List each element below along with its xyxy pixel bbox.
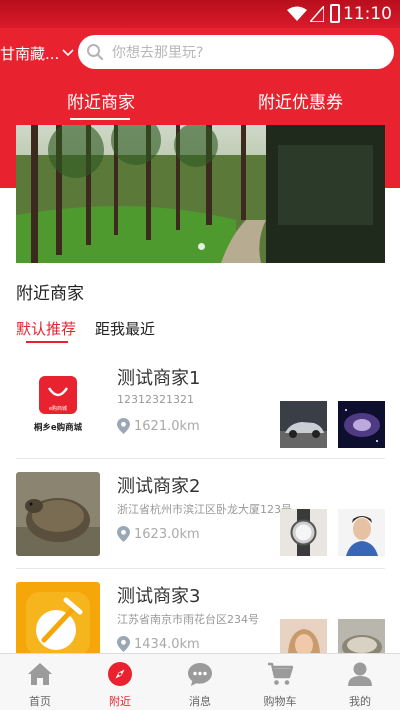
- list-divider: [16, 568, 385, 569]
- location-pin-icon: [117, 526, 130, 542]
- shop-subtitle: 12312321321: [117, 393, 194, 406]
- status-bar: 11:10: [0, 0, 400, 28]
- search-icon: [87, 44, 104, 61]
- tab-nearby-coupons[interactable]: 附近优惠券: [258, 88, 343, 113]
- shop-photo-person[interactable]: [338, 509, 385, 556]
- carousel-dot: [198, 243, 205, 250]
- location-pin-icon: [117, 418, 130, 434]
- user-icon: [348, 662, 372, 686]
- shop-photo-car[interactable]: [280, 401, 327, 448]
- signal-icon: [310, 6, 324, 22]
- message-icon: [188, 663, 212, 686]
- shop-distance-value: 1434.0km: [134, 636, 200, 652]
- shop-distance: 1434.0km: [117, 636, 200, 652]
- tabbar-cart-label: 购物车: [263, 695, 297, 708]
- tab-nearby-shops[interactable]: 附近商家: [67, 88, 135, 113]
- shop-name: 测试商家2: [117, 476, 201, 497]
- tabbar-cart[interactable]: 购物车: [240, 654, 320, 710]
- shop-name: 测试商家3: [117, 586, 201, 607]
- tabbar-messages[interactable]: 消息: [160, 654, 240, 710]
- tabbar-nearby-label: 附近: [109, 695, 131, 708]
- filter-recommended[interactable]: 默认推荐: [16, 318, 76, 339]
- tabbar-home-label: 首页: [29, 695, 51, 708]
- tabbar-profile[interactable]: 我的: [320, 654, 400, 710]
- tabbar-home[interactable]: 首页: [0, 654, 80, 710]
- shop-distance: 1621.0km: [117, 418, 200, 434]
- compass-icon: [108, 662, 132, 686]
- battery-icon: [330, 4, 340, 23]
- banner-image[interactable]: [16, 125, 385, 263]
- tab-indicator: [70, 118, 130, 120]
- shop-name: 测试商家1: [117, 368, 201, 389]
- wifi-icon: [287, 6, 307, 21]
- search-placeholder: 你想去那里玩?: [112, 45, 204, 61]
- bottom-tab-bar: 首页 附近 消息 购物车 我的: [0, 653, 400, 710]
- shop-logo: e购商城 桐乡e购商城: [16, 364, 100, 448]
- shop-subtitle: 浙江省杭州市滨江区卧龙大厦123号: [117, 503, 292, 516]
- cart-icon: [268, 662, 293, 685]
- top-tabs: 附近商家 附近优惠券: [0, 80, 400, 120]
- search-input[interactable]: 你想去那里玩?: [78, 35, 394, 69]
- logo-badge-text: e购商城: [49, 405, 67, 412]
- filter-indicator: [26, 341, 68, 343]
- shop-list-item[interactable]: 测试商家2 浙江省杭州市滨江区卧龙大厦123号 1623.0km: [0, 472, 400, 580]
- shop-subtitle: 江苏省南京市雨花台区234号: [117, 613, 259, 626]
- city-label: 甘南藏...: [0, 44, 60, 63]
- status-time: 11:10: [343, 4, 392, 24]
- section-title: 附近商家: [16, 284, 84, 304]
- shop-photo-galaxy[interactable]: [338, 401, 385, 448]
- list-divider: [16, 458, 385, 459]
- shop-distance-value: 1621.0km: [134, 418, 200, 434]
- shop-distance: 1623.0km: [117, 526, 200, 542]
- shop-photo-watch[interactable]: [280, 509, 327, 556]
- home-icon: [28, 663, 52, 685]
- city-selector[interactable]: 甘南藏...: [0, 42, 74, 64]
- filter-nearest[interactable]: 距我最近: [95, 318, 155, 339]
- logo-text: 桐乡e购商城: [34, 422, 83, 433]
- location-pin-icon: [117, 636, 130, 652]
- tabbar-nearby[interactable]: 附近: [80, 654, 160, 710]
- shop-logo: [16, 472, 100, 556]
- shop-list-item[interactable]: e购商城 桐乡e购商城 测试商家1 12312321321 1621.0km: [0, 364, 400, 472]
- tabbar-profile-label: 我的: [349, 695, 371, 708]
- chevron-down-icon: [62, 49, 74, 57]
- shop-distance-value: 1623.0km: [134, 526, 200, 542]
- tabbar-messages-label: 消息: [189, 695, 211, 708]
